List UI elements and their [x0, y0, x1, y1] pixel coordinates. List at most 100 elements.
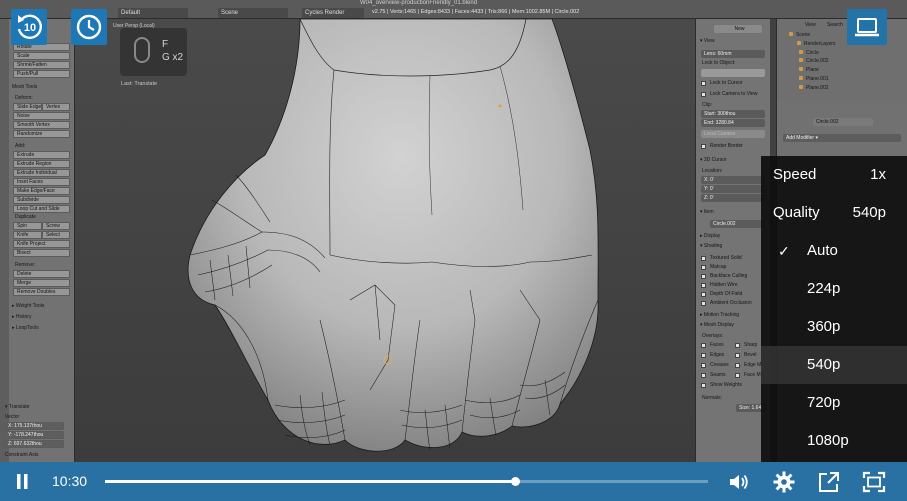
- tool-button[interactable]: Knife Project: [13, 240, 70, 248]
- quality-option-224p[interactable]: 224p: [761, 270, 907, 308]
- overlay-checkbox[interactable]: [735, 373, 740, 378]
- settings-button[interactable]: [772, 470, 796, 494]
- shading-checkbox[interactable]: [701, 301, 706, 306]
- overlay-checkbox[interactable]: [701, 383, 706, 388]
- tool-button[interactable]: Extrude: [13, 151, 70, 159]
- lock-camera-checkbox[interactable]: [701, 92, 706, 97]
- overlay-checkbox[interactable]: [701, 353, 706, 358]
- lens-field[interactable]: Lens: 60mm: [701, 50, 765, 58]
- new-button[interactable]: New: [714, 25, 762, 33]
- tool-button[interactable]: Push/Pull: [13, 70, 70, 78]
- quality-option-540p[interactable]: 540p: [761, 346, 907, 384]
- vector-field[interactable]: Y: -178.247thou: [4, 431, 64, 439]
- shading-checkbox[interactable]: [701, 265, 706, 270]
- tool-button[interactable]: Knife: [13, 231, 42, 239]
- tool-button[interactable]: Screw: [42, 222, 70, 230]
- vector-field[interactable]: Z: 697.632thou: [4, 440, 64, 448]
- overlay-checkbox[interactable]: [735, 343, 740, 348]
- clip-end-field[interactable]: End: 3280.84: [701, 119, 765, 127]
- shading-header[interactable]: ▾ Shading: [700, 243, 722, 249]
- cast-to-device-button[interactable]: [847, 9, 887, 45]
- progress-track[interactable]: [105, 477, 708, 486]
- cursor-coordinate[interactable]: X: 0': [701, 176, 765, 184]
- overlay-checkbox[interactable]: [701, 373, 706, 378]
- view-header[interactable]: ▾ View: [700, 38, 715, 44]
- lock-cursor-checkbox[interactable]: [701, 81, 706, 86]
- tool-button[interactable]: Make Edge/Face: [13, 187, 70, 195]
- fullscreen-button[interactable]: [862, 470, 886, 494]
- motion-tracking-label[interactable]: ▸ Motion Tracking: [700, 312, 739, 318]
- tool-section-header[interactable]: ▸ LoopTools: [12, 325, 39, 331]
- shading-checkbox[interactable]: [701, 292, 706, 297]
- tool-button[interactable]: Slide Edge: [13, 103, 42, 111]
- video-player[interactable]: W04_overview-productionFriendly_01.blend…: [0, 0, 907, 501]
- overlay-checkbox[interactable]: [735, 363, 740, 368]
- outliner-item[interactable]: Plane.002: [799, 84, 829, 91]
- vector-field[interactable]: X: 175.137thou: [4, 422, 64, 430]
- progress-handle[interactable]: [511, 477, 521, 486]
- lock-object-field[interactable]: [701, 69, 765, 77]
- tool-button[interactable]: Vertex: [42, 103, 70, 111]
- tool-button[interactable]: Extrude Individual: [13, 169, 70, 177]
- shading-checkbox[interactable]: [701, 256, 706, 261]
- share-button[interactable]: [817, 470, 841, 494]
- overlay-checkbox[interactable]: [735, 353, 740, 358]
- translate-header[interactable]: ▾ Translate: [5, 404, 29, 410]
- tool-section-header[interactable]: ▸ History: [12, 314, 31, 320]
- cursor-coordinate[interactable]: Y: 0': [701, 185, 765, 193]
- tool-button[interactable]: Merge: [13, 279, 70, 287]
- tool-button[interactable]: Inset Faces: [13, 178, 70, 186]
- display-header[interactable]: ▸ Display: [700, 233, 720, 239]
- quality-option-720p[interactable]: 720p: [761, 384, 907, 422]
- add-modifier-button[interactable]: Add Modifier ▾: [783, 134, 901, 142]
- quality-option-1080p[interactable]: 1080p: [761, 422, 907, 460]
- overlay-checkbox[interactable]: [701, 363, 706, 368]
- cursor-coordinate[interactable]: Z: 0': [701, 194, 765, 202]
- remove-label: Remove:: [15, 262, 36, 268]
- tool-button[interactable]: Loop Cut and Slide: [13, 205, 70, 213]
- tool-button[interactable]: Scale: [13, 52, 70, 60]
- shading-checkbox[interactable]: [701, 274, 706, 279]
- local-camera-field[interactable]: Local Camera: [701, 130, 765, 138]
- item-name-field[interactable]: Circle.002: [710, 220, 765, 228]
- tool-button[interactable]: Noise: [13, 112, 70, 120]
- render-border-checkbox[interactable]: [701, 144, 706, 149]
- clip-start-field[interactable]: Start: 300thou: [701, 110, 765, 118]
- tool-button[interactable]: Randomize: [13, 130, 70, 138]
- mesh-tools-header[interactable]: Mesh Tools: [12, 84, 37, 90]
- outliner-item[interactable]: RenderLayers: [797, 40, 835, 47]
- tool-button[interactable]: Extrude Region: [13, 160, 70, 168]
- scene-stats: v2.75 | Verts:1465 | Edges:8433 | Faces:…: [372, 9, 580, 15]
- shading-checkbox[interactable]: [701, 283, 706, 288]
- skip-back-10-button[interactable]: 10: [11, 9, 47, 45]
- volume-button[interactable]: [727, 470, 751, 494]
- pause-button[interactable]: [11, 470, 35, 494]
- outliner-item[interactable]: Scene: [789, 32, 810, 38]
- outliner-item[interactable]: Circle.002: [799, 58, 829, 64]
- layout-select: Default: [118, 8, 188, 18]
- tool-button[interactable]: Subdivide: [13, 196, 70, 204]
- outliner-search-menu[interactable]: Search: [827, 22, 843, 28]
- tool-button[interactable]: Remove Doubles: [13, 288, 70, 296]
- quality-option-auto[interactable]: ✓ Auto: [761, 232, 907, 270]
- tool-button[interactable]: Spin: [13, 222, 42, 230]
- overlay-checkbox[interactable]: [701, 343, 706, 348]
- item-header[interactable]: ▾ Item: [700, 209, 714, 215]
- tool-section-header[interactable]: ▸ Weight Tools: [12, 303, 44, 309]
- outliner-item[interactable]: Plane.001: [799, 76, 829, 82]
- outliner-item[interactable]: Circle: [799, 49, 819, 56]
- quality-menu-item[interactable]: Quality 540p: [761, 194, 907, 232]
- tool-button[interactable]: Smooth Vertex: [13, 121, 70, 129]
- outliner-view-menu[interactable]: View: [805, 22, 816, 28]
- overlay-label: Faces: [710, 342, 724, 348]
- watch-later-button[interactable]: [71, 9, 107, 45]
- quality-option-360p[interactable]: 360p: [761, 308, 907, 346]
- speed-menu-item[interactable]: Speed 1x: [761, 156, 907, 194]
- outliner-item[interactable]: Plane: [799, 67, 819, 73]
- cursor-header[interactable]: ▾ 3D Cursor: [700, 157, 727, 163]
- tool-button[interactable]: Select: [42, 231, 70, 239]
- mesh-display-header[interactable]: ▾ Mesh Display: [700, 322, 734, 328]
- tool-button[interactable]: Shrink/Fatten: [13, 61, 70, 69]
- tool-button[interactable]: Delete: [13, 270, 70, 278]
- tool-button[interactable]: Bisect: [13, 249, 70, 257]
